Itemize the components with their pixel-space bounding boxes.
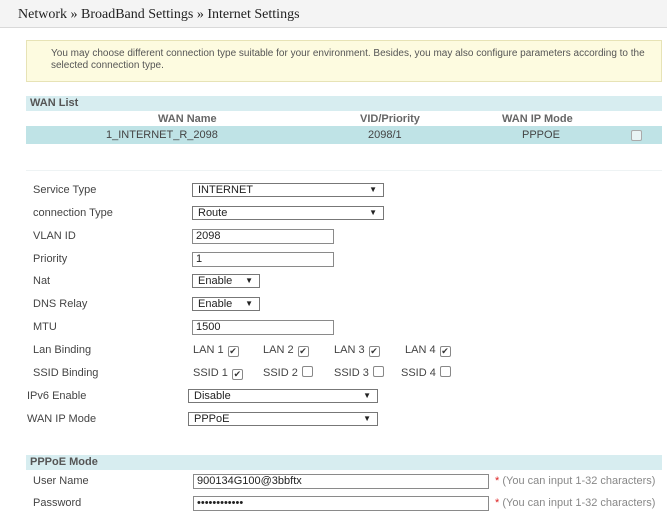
vid-priority-column-header: VID/Priority — [360, 113, 420, 125]
vlan-id-label: VLAN ID — [33, 230, 76, 242]
ssid1-checkbox[interactable]: SSID 1 ✔ — [193, 366, 243, 380]
required-mark: * — [495, 475, 500, 487]
vlan-id-input[interactable]: 2098 — [192, 229, 334, 244]
password-hint-text: (You can input 1-32 characters) — [502, 497, 656, 509]
priority-label: Priority — [33, 253, 68, 265]
dns-relay-select[interactable]: Enable ▼ — [192, 297, 260, 311]
chevron-down-icon: ▼ — [369, 208, 377, 217]
vid-priority-cell: 2098/1 — [368, 129, 402, 141]
connection-type-label: connection Type — [33, 207, 113, 219]
wan-ip-mode-value: PPPoE — [194, 413, 230, 425]
service-type-label: Service Type — [33, 184, 97, 196]
lan1-label: LAN 1 — [193, 344, 224, 356]
service-type-value: INTERNET — [198, 184, 253, 196]
lan2-label: LAN 2 — [263, 344, 294, 356]
divider — [26, 170, 662, 171]
dns-relay-value: Enable — [198, 298, 233, 310]
ssid4-checkbox[interactable]: SSID 4 — [401, 366, 451, 380]
wan-name-cell: 1_INTERNET_R_2098 — [106, 129, 218, 141]
pppoe-mode-header: PPPoE Mode — [26, 455, 662, 470]
ssid2-label: SSID 2 — [263, 367, 298, 379]
info-message: You may choose different connection type… — [26, 40, 662, 82]
ipv6-enable-select[interactable]: Disable ▼ — [188, 389, 378, 403]
password-input[interactable]: •••••••••••• — [193, 496, 489, 511]
lan-binding-label: Lan Binding — [33, 344, 92, 356]
lan3-checkbox[interactable]: LAN 3 ✔ — [334, 343, 380, 357]
wan-list-header: WAN List — [26, 96, 662, 111]
user-name-hint: * (You can input 1-32 characters) — [495, 474, 655, 488]
ssid3-label: SSID 3 — [334, 367, 369, 379]
dns-relay-label: DNS Relay — [33, 298, 88, 310]
checkmark-icon: ✔ — [439, 346, 451, 357]
mtu-input[interactable]: 1500 — [192, 320, 334, 335]
password-hint: * (You can input 1-32 characters) — [495, 496, 655, 510]
ssid1-label: SSID 1 — [193, 367, 228, 379]
connection-type-select[interactable]: Route ▼ — [192, 206, 384, 220]
lan2-checkbox[interactable]: LAN 2 ✔ — [263, 343, 309, 357]
ssid4-label: SSID 4 — [401, 367, 436, 379]
table-row[interactable]: 1_INTERNET_R_2098 2098/1 PPPOE — [26, 126, 662, 144]
service-type-select[interactable]: INTERNET ▼ — [192, 183, 384, 197]
checkmark-icon: ✔ — [227, 346, 239, 357]
checkmark-icon: ✔ — [368, 346, 380, 357]
nat-label: Nat — [33, 275, 51, 287]
checkbox-empty-icon — [439, 366, 451, 377]
wan-name-column-header: WAN Name — [158, 113, 217, 125]
checkmark-icon: ✔ — [231, 369, 243, 380]
ipv6-enable-value: Disable — [194, 390, 231, 402]
chevron-down-icon: ▼ — [369, 185, 377, 194]
breadcrumb: Network » BroadBand Settings » Internet … — [0, 0, 667, 28]
priority-input[interactable]: 1 — [192, 252, 334, 267]
ssid-binding-label: SSID Binding — [33, 367, 99, 379]
nat-value: Enable — [198, 275, 233, 287]
ipv6-enable-label: IPv6 Enable — [27, 390, 87, 402]
ssid3-checkbox[interactable]: SSID 3 — [334, 366, 384, 380]
lan1-checkbox[interactable]: LAN 1 ✔ — [193, 343, 239, 357]
lan4-checkbox[interactable]: LAN 4 ✔ — [405, 343, 451, 357]
user-name-hint-text: (You can input 1-32 characters) — [502, 475, 656, 487]
user-name-label: User Name — [33, 475, 89, 487]
info-text: You may choose different connection type… — [51, 48, 645, 71]
required-mark: * — [495, 497, 500, 509]
wan-ip-mode-select[interactable]: PPPoE ▼ — [188, 412, 378, 426]
mtu-label: MTU — [33, 321, 57, 333]
row-select-checkbox[interactable] — [631, 130, 642, 141]
chevron-down-icon: ▼ — [363, 414, 371, 423]
checkmark-icon: ✔ — [297, 346, 309, 357]
nat-select[interactable]: Enable ▼ — [192, 274, 260, 288]
wan-ip-mode-column-header: WAN IP Mode — [502, 113, 573, 125]
chevron-down-icon: ▼ — [363, 391, 371, 400]
wan-ip-mode-cell: PPPOE — [522, 129, 560, 141]
chevron-down-icon: ▼ — [245, 276, 253, 285]
ssid2-checkbox[interactable]: SSID 2 — [263, 366, 313, 380]
connection-type-value: Route — [198, 207, 228, 219]
checkbox-empty-icon — [301, 366, 313, 377]
chevron-down-icon: ▼ — [245, 299, 253, 308]
user-name-input[interactable]: 900134G100@3bbftx — [193, 474, 489, 489]
lan3-label: LAN 3 — [334, 344, 365, 356]
lan4-label: LAN 4 — [405, 344, 436, 356]
wan-ip-mode-label: WAN IP Mode — [27, 413, 97, 425]
password-label: Password — [33, 497, 82, 509]
checkbox-empty-icon — [372, 366, 384, 377]
